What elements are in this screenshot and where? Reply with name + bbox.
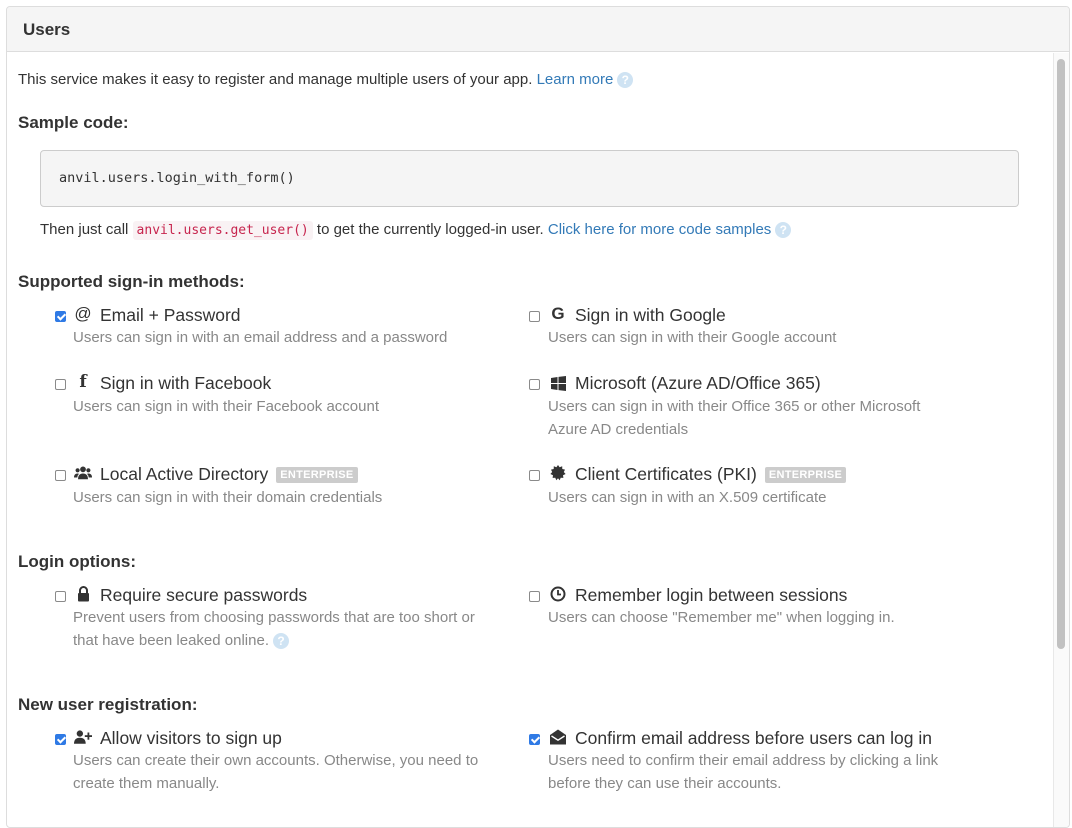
option-desc: Users can sign in with their Facebook ac… — [73, 398, 379, 415]
lock-icon — [74, 585, 92, 603]
option-title: Microsoft (Azure AD/Office 365) — [575, 373, 821, 393]
help-icon[interactable]: ? — [273, 633, 289, 650]
active-directory-checkbox[interactable] — [55, 470, 66, 481]
option-desc: Users can create their own accounts. Oth… — [73, 752, 479, 792]
facebook-checkbox[interactable] — [55, 379, 66, 390]
option-desc: Users can sign in with an email address … — [73, 329, 448, 346]
option-desc: Users can sign in with an X.509 certific… — [548, 489, 827, 506]
option-desc: Users can sign in with their domain cred… — [73, 489, 383, 506]
option-desc: Prevent users from choosing passwords th… — [73, 606, 493, 652]
panel-title: Users — [7, 7, 1069, 52]
intro-line: This service makes it easy to register a… — [18, 71, 634, 89]
google-icon: G — [551, 304, 565, 323]
code-sample: anvil.users.login_with_form() — [40, 150, 1019, 207]
enterprise-badge: ENTERPRISE — [276, 467, 358, 484]
then-text-after: to get the currently logged-in user. — [316, 221, 544, 238]
option-desc: Users need to confirm their email addres… — [548, 752, 939, 792]
users-icon — [74, 464, 92, 482]
at-icon: @ — [74, 304, 92, 323]
help-icon[interactable]: ? — [775, 222, 792, 239]
option-desc: Users can sign in with their Office 365 … — [548, 398, 921, 438]
allow-signup-checkbox[interactable] — [55, 734, 66, 745]
option-title: Confirm email address before users can l… — [575, 728, 932, 748]
then-call-line: Then just call anvil.users.get_user() to… — [40, 221, 792, 240]
clock-icon — [549, 585, 567, 603]
remember-login-checkbox[interactable] — [529, 591, 540, 602]
registration-heading: New user registration: — [18, 695, 198, 714]
learn-more-link[interactable]: Learn more — [537, 71, 614, 88]
scrollbar[interactable] — [1053, 53, 1069, 827]
envelope-open-icon — [549, 728, 567, 746]
then-text-before: Then just call — [40, 221, 129, 238]
scrollbar-thumb[interactable] — [1057, 59, 1065, 649]
option-title: Allow visitors to sign up — [100, 728, 282, 748]
option-title: Remember login between sessions — [575, 585, 848, 605]
certificate-icon — [549, 464, 567, 482]
option-title-text: Client Certificates (PKI) — [575, 464, 757, 484]
secure-passwords-checkbox[interactable] — [55, 591, 66, 602]
more-code-samples-link[interactable]: Click here for more code samples — [548, 221, 771, 238]
facebook-icon: f — [79, 372, 87, 392]
option-title-text: Local Active Directory — [100, 464, 269, 484]
option-desc: Users can choose "Remember me" when logg… — [548, 609, 895, 626]
intro-text: This service makes it easy to register a… — [18, 71, 533, 88]
option-desc: Users can sign in with their Google acco… — [548, 329, 837, 346]
sample-code-heading: Sample code: — [18, 113, 129, 132]
google-checkbox[interactable] — [529, 311, 540, 322]
client-certificates-checkbox[interactable] — [529, 470, 540, 481]
help-icon[interactable]: ? — [617, 72, 634, 89]
email-password-checkbox[interactable] — [55, 311, 66, 322]
option-title: Require secure passwords — [100, 585, 308, 605]
login-options-heading: Login options: — [18, 552, 137, 571]
option-title: Local Active Directory ENTERPRISE — [100, 464, 358, 485]
option-title: Email + Password — [100, 305, 241, 325]
inline-code: anvil.users.get_user() — [132, 221, 313, 240]
confirm-email-checkbox[interactable] — [529, 734, 540, 745]
signin-heading: Supported sign-in methods: — [18, 272, 245, 291]
windows-icon — [549, 374, 567, 392]
enterprise-badge: ENTERPRISE — [764, 467, 847, 484]
microsoft-checkbox[interactable] — [529, 379, 540, 390]
users-panel: Users This service makes it easy to regi… — [6, 6, 1070, 828]
option-title: Sign in with Facebook — [100, 373, 272, 393]
option-title: Sign in with Google — [575, 305, 726, 325]
user-plus-icon — [74, 728, 92, 746]
option-title: Client Certificates (PKI) ENTERPRISE — [575, 464, 847, 485]
